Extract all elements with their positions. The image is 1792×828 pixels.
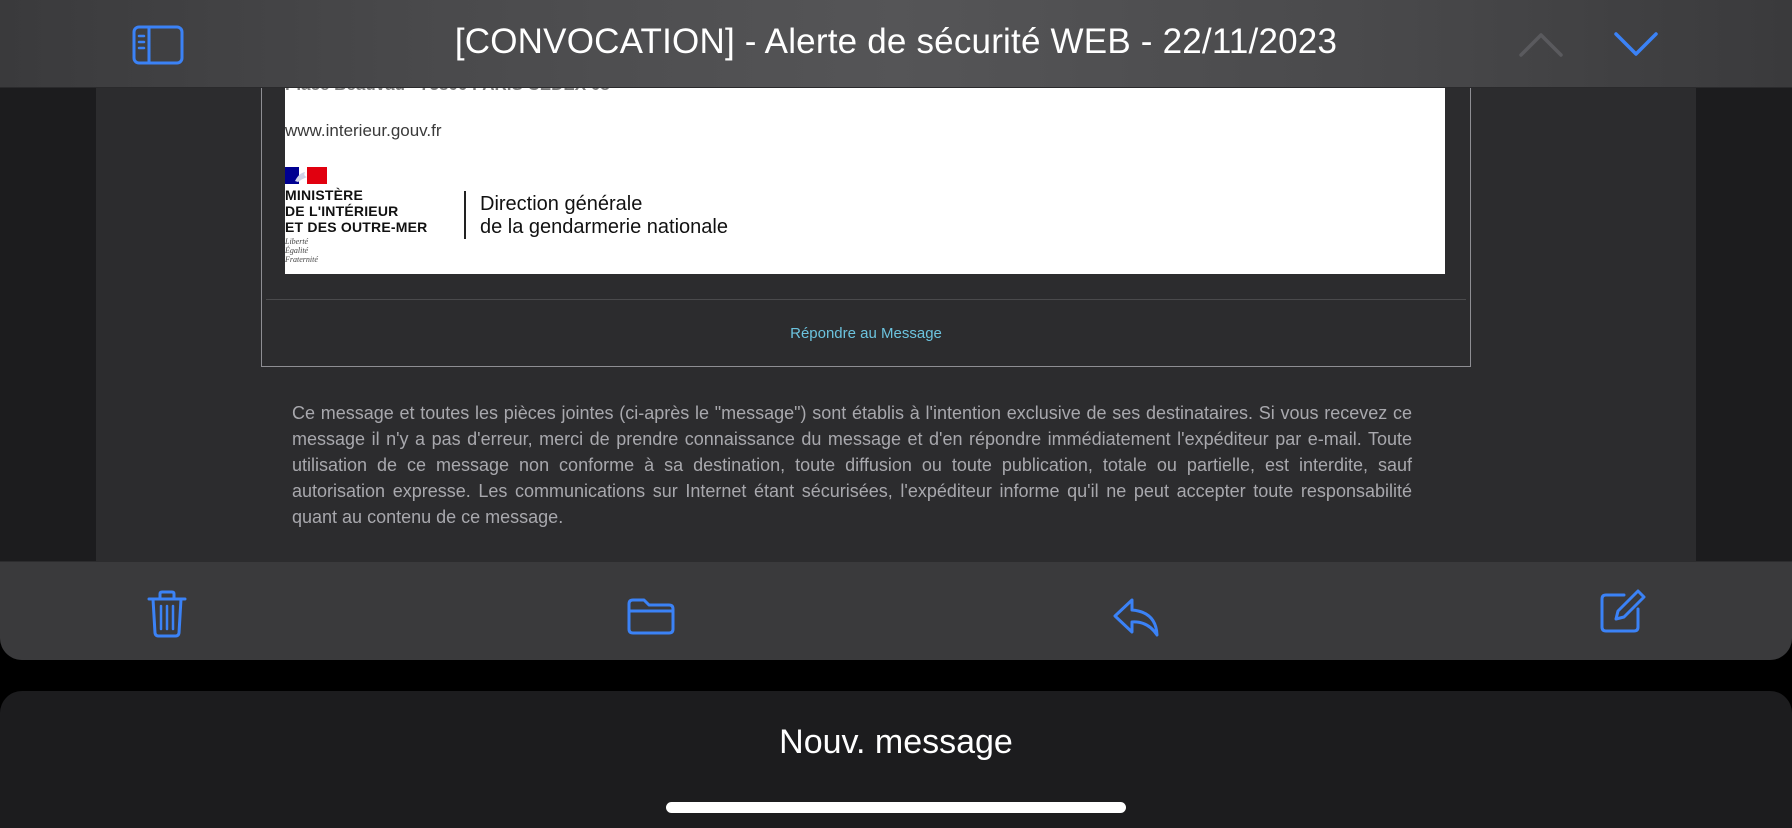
- reply-icon[interactable]: [1112, 596, 1160, 643]
- signature-panel: Place Beauvau - 75800 PARIS CEDEX 08 www…: [285, 87, 1445, 274]
- trash-icon[interactable]: [146, 590, 188, 643]
- folder-icon[interactable]: [626, 596, 676, 641]
- logo-separator: [464, 191, 466, 239]
- compose-icon[interactable]: [1598, 589, 1646, 640]
- reply-to-message-link[interactable]: Répondre au Message: [262, 325, 1470, 342]
- republic-motto: Liberté Égalité Fraternité: [285, 237, 318, 264]
- marianne-logo: [285, 167, 327, 184]
- message-card: Place Beauvau - 75800 PARIS CEDEX 08 www…: [261, 87, 1471, 367]
- legal-disclaimer: Ce message et toutes les pièces jointes …: [292, 403, 1412, 527]
- message-content: Place Beauvau - 75800 PARIS CEDEX 08 www…: [96, 87, 1696, 561]
- website-link[interactable]: www.interieur.gouv.fr: [285, 121, 442, 141]
- navigation-bar: [CONVOCATION] - Alerte de sécurité WEB -…: [0, 0, 1792, 88]
- chevron-up-icon[interactable]: [1518, 30, 1564, 63]
- mail-sheet: [CONVOCATION] - Alerte de sécurité WEB -…: [0, 0, 1792, 660]
- card-divider: [266, 299, 1466, 300]
- home-indicator: [666, 802, 1126, 813]
- new-message-title[interactable]: Nouv. message: [0, 723, 1792, 762]
- address-line: Place Beauvau - 75800 PARIS CEDEX 08: [285, 87, 610, 95]
- new-message-sheet[interactable]: Nouv. message: [0, 691, 1792, 828]
- bottom-toolbar: [0, 561, 1792, 660]
- chevron-down-icon[interactable]: [1613, 30, 1659, 63]
- direction-name: Direction générale de la gendarmerie nat…: [480, 193, 728, 238]
- ministry-name: MINISTÈRE DE L'INTÉRIEUR ET DES OUTRE-ME…: [285, 187, 428, 235]
